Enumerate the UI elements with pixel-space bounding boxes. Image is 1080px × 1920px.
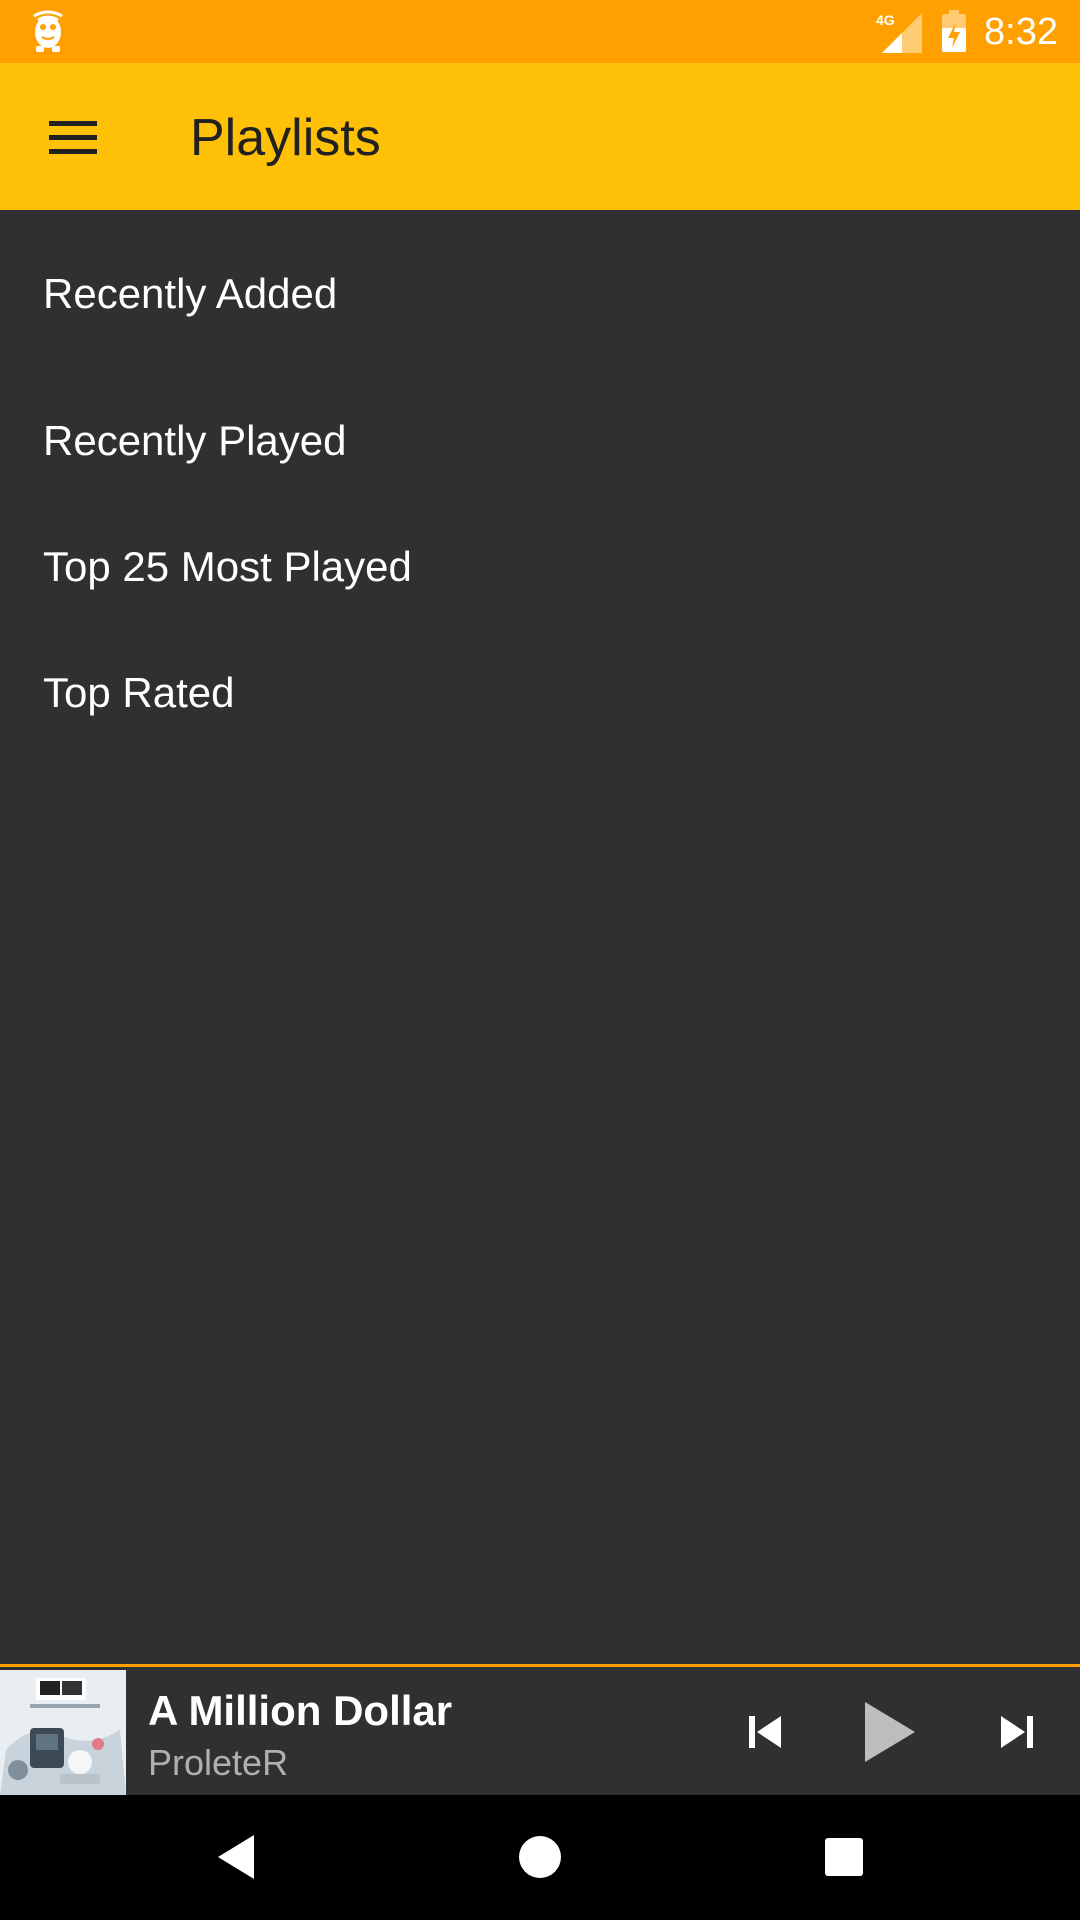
home-button[interactable] <box>490 1817 590 1897</box>
recents-icon <box>825 1838 863 1876</box>
playlist-label: Recently Added <box>43 270 338 317</box>
menu-button[interactable] <box>22 97 124 177</box>
menu-icon <box>49 121 97 154</box>
skip-previous-button[interactable] <box>720 1687 810 1777</box>
app-notification-icon <box>33 10 63 52</box>
navigation-bar <box>0 1795 1080 1920</box>
playlist-item-recently-played[interactable]: Recently Played <box>0 378 1080 504</box>
home-icon <box>519 1836 561 1878</box>
screen: 4G 8:32 Playlists Recently Added Recentl… <box>0 0 1080 1920</box>
status-bar: 4G 8:32 <box>0 0 1080 63</box>
signal-icon: 4G <box>876 12 922 53</box>
recents-button[interactable] <box>794 1817 894 1897</box>
album-art[interactable] <box>0 1670 126 1796</box>
skip-next-button[interactable] <box>972 1687 1062 1777</box>
playlist-label: Top Rated <box>43 669 235 716</box>
album-art-image <box>0 1670 126 1796</box>
now-playing-bar[interactable]: A Million Dollar ProleteR <box>0 1664 1080 1798</box>
playlist-item-top-rated[interactable]: Top Rated <box>0 630 1080 756</box>
playlist-label: Recently Played <box>43 417 347 464</box>
playlist-list: Recently Added Recently Played Top 25 Mo… <box>0 210 1080 756</box>
back-button[interactable] <box>186 1817 286 1897</box>
playlist-label: Top 25 Most Played <box>43 543 412 590</box>
status-time: 8:32 <box>984 11 1058 53</box>
playlist-item-top-25-most-played[interactable]: Top 25 Most Played <box>0 504 1080 630</box>
track-title: A Million Dollar <box>148 1687 453 1734</box>
app-bar: Playlists <box>0 63 1080 210</box>
play-icon <box>865 1702 915 1762</box>
page-title: Playlists <box>190 109 381 167</box>
playlist-item-recently-added[interactable]: Recently Added <box>0 210 1080 378</box>
track-artist: ProleteR <box>148 1742 289 1783</box>
back-icon <box>218 1835 254 1879</box>
skip-next-icon <box>1001 1716 1033 1748</box>
play-button[interactable] <box>844 1687 934 1777</box>
battery-icon <box>942 10 966 52</box>
network-type-label: 4G <box>876 12 895 28</box>
skip-previous-icon <box>749 1716 781 1748</box>
